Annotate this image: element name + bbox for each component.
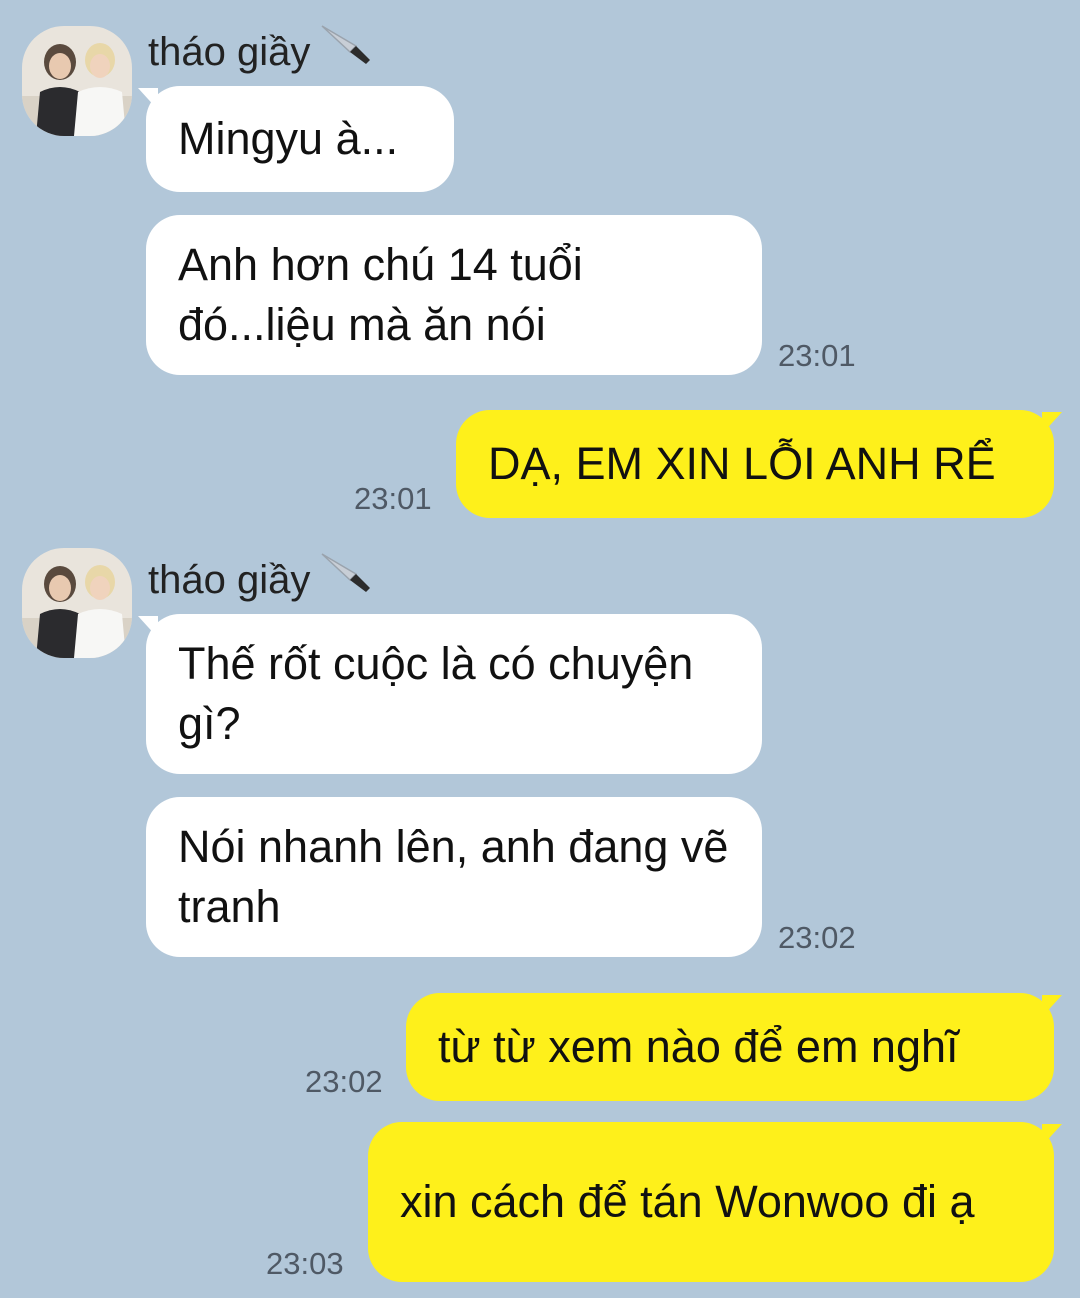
message-text: Thế rốt cuộc là có chuyện gì? — [178, 638, 694, 749]
message-bubble-outgoing[interactable]: DẠ, EM XIN LỖI ANH RỂ — [456, 410, 1054, 518]
message-bubble-incoming[interactable]: Mingyu à... — [146, 86, 454, 192]
message-text: Anh hơn chú 14 tuổi đó...liệu mà ăn nói — [178, 239, 583, 350]
message-text: Mingyu à... — [178, 113, 399, 164]
sender-avatar[interactable] — [22, 26, 132, 136]
message-bubble-incoming[interactable]: Nói nhanh lên, anh đang vẽ tranh — [146, 797, 762, 957]
message-bubble-outgoing[interactable]: xin cách để tán Wonwoo đi ạ — [368, 1122, 1054, 1282]
avatar-photo — [22, 26, 132, 136]
sender-name: tháo giầy — [148, 25, 372, 77]
message-timestamp: 23:01 — [354, 481, 432, 516]
message-bubble-incoming[interactable]: Thế rốt cuộc là có chuyện gì? — [146, 614, 762, 774]
message-text: xin cách để tán Wonwoo đi ạ — [400, 1176, 975, 1227]
message-timestamp: 23:03 — [266, 1246, 344, 1281]
message-timestamp: 23:02 — [305, 1064, 383, 1099]
message-text: Nói nhanh lên, anh đang vẽ tranh — [178, 821, 729, 932]
kitchen-knife-icon — [320, 22, 372, 77]
message-bubble-outgoing[interactable]: từ từ xem nào để em nghĩ — [406, 993, 1054, 1101]
sender-name-text: tháo giầy — [148, 558, 311, 602]
message-text: từ từ xem nào để em nghĩ — [438, 1021, 959, 1072]
sender-name: tháo giầy — [148, 553, 372, 605]
avatar-photo — [22, 548, 132, 658]
sender-name-text: tháo giầy — [148, 30, 311, 74]
message-text: DẠ, EM XIN LỖI ANH RỂ — [488, 438, 996, 489]
kitchen-knife-icon — [320, 550, 372, 605]
message-bubble-incoming[interactable]: Anh hơn chú 14 tuổi đó...liệu mà ăn nói — [146, 215, 762, 375]
message-timestamp: 23:02 — [778, 920, 856, 955]
message-timestamp: 23:01 — [778, 338, 856, 373]
sender-avatar[interactable] — [22, 548, 132, 658]
